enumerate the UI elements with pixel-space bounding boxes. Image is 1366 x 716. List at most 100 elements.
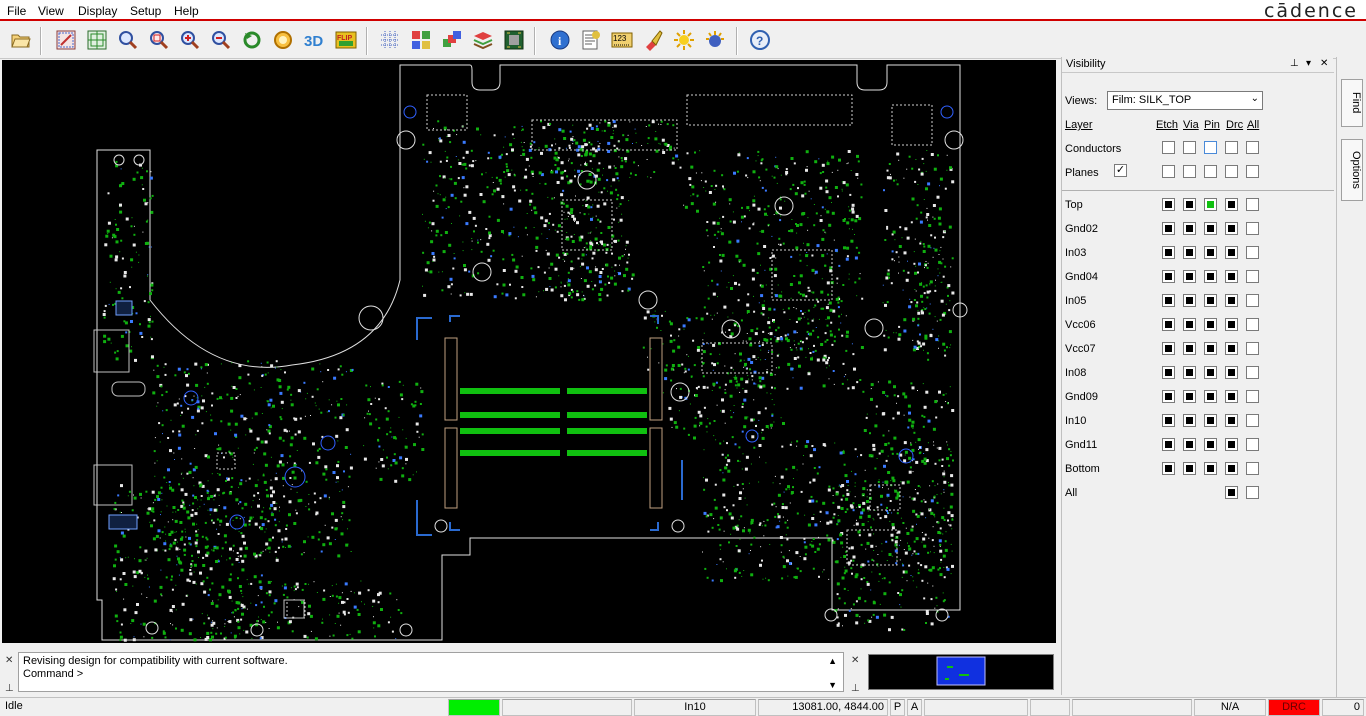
via-column-header[interactable]: Via — [1183, 119, 1199, 131]
conductors-all-checkbox[interactable] — [1246, 141, 1259, 154]
layer-in08-all-checkbox[interactable] — [1246, 366, 1259, 379]
layer-in10-etch-checkbox[interactable] — [1162, 414, 1175, 427]
layer-in05-drc-checkbox[interactable] — [1225, 294, 1238, 307]
layer-in08-etch-checkbox[interactable] — [1162, 366, 1175, 379]
layer-gnd09-etch-checkbox[interactable] — [1162, 390, 1175, 403]
layer-in10-pin-checkbox[interactable] — [1204, 414, 1217, 427]
layer-gnd04-etch-checkbox[interactable] — [1162, 270, 1175, 283]
pin-icon[interactable]: ⊥ — [1290, 58, 1299, 69]
measure-icon[interactable]: 123 — [610, 28, 634, 52]
zoom-fit-icon[interactable] — [54, 28, 78, 52]
layer-bottom-all-checkbox[interactable] — [1246, 462, 1259, 475]
layer-in03-etch-checkbox[interactable] — [1162, 246, 1175, 259]
world-view-minimap[interactable] — [868, 654, 1054, 690]
layer-gnd02-etch-checkbox[interactable] — [1162, 222, 1175, 235]
planes-all-checkbox[interactable] — [1246, 165, 1259, 178]
layer-in05-etch-checkbox[interactable] — [1162, 294, 1175, 307]
help-icon[interactable]: ? — [748, 28, 772, 52]
layer-gnd11-via-checkbox[interactable] — [1183, 438, 1196, 451]
pin-icon[interactable]: ⊥ — [5, 683, 14, 694]
layer-in03-all-checkbox[interactable] — [1246, 246, 1259, 259]
views-select[interactable]: Film: SILK_TOP ⌄ — [1107, 91, 1263, 110]
conductors-etch-checkbox[interactable] — [1162, 141, 1175, 154]
menu-setup[interactable]: Setup — [130, 4, 161, 18]
layer-gnd02-pin-checkbox[interactable] — [1204, 222, 1217, 235]
conductors-pin-checkbox[interactable] — [1204, 141, 1217, 154]
layer-top-etch-checkbox[interactable] — [1162, 198, 1175, 211]
planes-via-checkbox[interactable] — [1183, 165, 1196, 178]
conductors-drc-checkbox[interactable] — [1225, 141, 1238, 154]
menu-view[interactable]: View — [38, 4, 64, 18]
menu-display[interactable]: Display — [78, 4, 117, 18]
a-button[interactable]: A — [907, 699, 922, 716]
redraw-icon[interactable] — [271, 28, 295, 52]
layer-vcc07-via-checkbox[interactable] — [1183, 342, 1196, 355]
layer-gnd04-all-checkbox[interactable] — [1246, 270, 1259, 283]
zoom-world-icon[interactable] — [85, 28, 109, 52]
layer-all-all-checkbox[interactable] — [1246, 486, 1259, 499]
planes-etch-checkbox[interactable] — [1162, 165, 1175, 178]
zoom-previous-icon[interactable] — [240, 28, 264, 52]
layer-top-pin-checkbox[interactable] — [1204, 198, 1217, 211]
layer-gnd02-drc-checkbox[interactable] — [1225, 222, 1238, 235]
report-icon[interactable] — [579, 28, 603, 52]
drc-column-header[interactable]: Drc — [1226, 119, 1243, 131]
layer-gnd11-etch-checkbox[interactable] — [1162, 438, 1175, 451]
layer-bottom-etch-checkbox[interactable] — [1162, 462, 1175, 475]
layer-in10-drc-checkbox[interactable] — [1225, 414, 1238, 427]
scroll-up-icon[interactable]: ▲ — [828, 655, 837, 668]
layer-in05-pin-checkbox[interactable] — [1204, 294, 1217, 307]
zoom-in-icon[interactable] — [178, 28, 202, 52]
layer-top-all-checkbox[interactable] — [1246, 198, 1259, 211]
layer-in10-all-checkbox[interactable] — [1246, 414, 1259, 427]
layer-in03-drc-checkbox[interactable] — [1225, 246, 1238, 259]
command-console[interactable]: Revising design for compatibility with c… — [18, 652, 844, 692]
layer-in08-via-checkbox[interactable] — [1183, 366, 1196, 379]
3d-view-icon[interactable]: 3D — [302, 28, 326, 52]
layer-gnd11-drc-checkbox[interactable] — [1225, 438, 1238, 451]
dropdown-icon[interactable]: ▾ — [1306, 58, 1311, 69]
layer-in08-pin-checkbox[interactable] — [1204, 366, 1217, 379]
layer-in03-pin-checkbox[interactable] — [1204, 246, 1217, 259]
layer-in05-all-checkbox[interactable] — [1246, 294, 1259, 307]
layer-vcc07-all-checkbox[interactable] — [1246, 342, 1259, 355]
p-button[interactable]: P — [890, 699, 905, 716]
layer-in05-via-checkbox[interactable] — [1183, 294, 1196, 307]
planes-checkbox[interactable]: ✓ — [1114, 164, 1127, 177]
layer-top-via-checkbox[interactable] — [1183, 198, 1196, 211]
zoom-out-icon[interactable] — [209, 28, 233, 52]
color-icon[interactable] — [409, 28, 433, 52]
layer-vcc06-etch-checkbox[interactable] — [1162, 318, 1175, 331]
layer-gnd02-all-checkbox[interactable] — [1246, 222, 1259, 235]
open-icon[interactable] — [9, 28, 33, 52]
pin-icon[interactable]: ⊥ — [851, 683, 860, 694]
close-icon[interactable]: ✕ — [5, 655, 13, 666]
layer-bottom-pin-checkbox[interactable] — [1204, 462, 1217, 475]
stack-icon[interactable] — [471, 28, 495, 52]
board-icon[interactable] — [502, 28, 526, 52]
layer-all-drc-checkbox[interactable] — [1225, 486, 1238, 499]
flip-icon[interactable]: FLIP — [334, 28, 358, 52]
tab-options[interactable]: Options — [1341, 139, 1363, 201]
settings-icon[interactable] — [703, 28, 727, 52]
layer-gnd02-via-checkbox[interactable] — [1183, 222, 1196, 235]
pcb-canvas[interactable] — [2, 60, 1056, 643]
layer-vcc07-etch-checkbox[interactable] — [1162, 342, 1175, 355]
layer-in03-via-checkbox[interactable] — [1183, 246, 1196, 259]
close-icon[interactable]: ✕ — [851, 655, 859, 666]
layer-vcc06-via-checkbox[interactable] — [1183, 318, 1196, 331]
planes-pin-checkbox[interactable] — [1204, 165, 1217, 178]
layer-vcc06-all-checkbox[interactable] — [1246, 318, 1259, 331]
scroll-down-icon[interactable]: ▼ — [828, 679, 837, 692]
layer-gnd04-pin-checkbox[interactable] — [1204, 270, 1217, 283]
planes-drc-checkbox[interactable] — [1225, 165, 1238, 178]
layer-in10-via-checkbox[interactable] — [1183, 414, 1196, 427]
layer-gnd11-all-checkbox[interactable] — [1246, 438, 1259, 451]
zoom-points-icon[interactable] — [116, 28, 140, 52]
layer-vcc06-drc-checkbox[interactable] — [1225, 318, 1238, 331]
etch-column-header[interactable]: Etch — [1156, 119, 1178, 131]
layer-vcc07-pin-checkbox[interactable] — [1204, 342, 1217, 355]
layer-gnd09-pin-checkbox[interactable] — [1204, 390, 1217, 403]
all-column-header[interactable]: All — [1247, 119, 1259, 131]
zoom-window-icon[interactable] — [147, 28, 171, 52]
